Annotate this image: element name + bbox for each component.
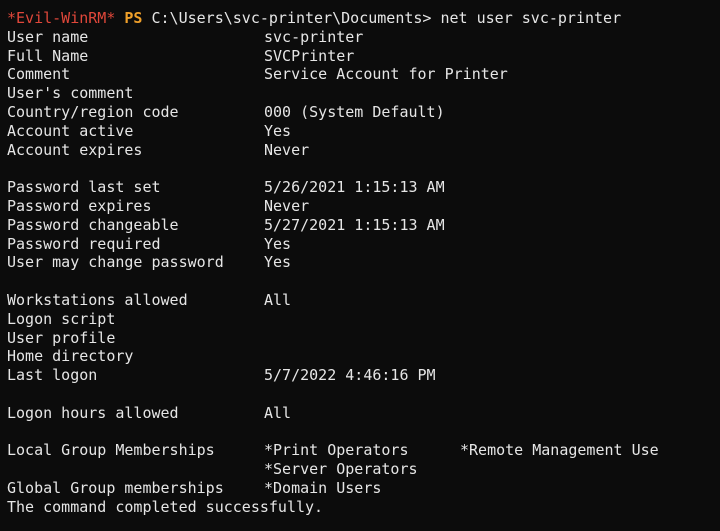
output-row: Password last set 5/26/2021 1:15:13 AM [7, 178, 720, 197]
field-label: Account active [7, 121, 134, 140]
field-value: 5/7/2022 4:46:16 PM [264, 366, 436, 385]
field-value: svc-printer [264, 27, 364, 46]
field-label: Full Name [7, 46, 89, 65]
output-row: User may change password Yes [7, 253, 720, 272]
output-row: Password expires Never [7, 197, 720, 216]
command-text: net user svc-printer [440, 9, 622, 27]
field-value: Service Account for Printer [264, 65, 508, 84]
field-label: Country/region code [7, 102, 179, 121]
field-label: User's comment [7, 84, 134, 103]
field-value: 000 (System Default) [264, 102, 445, 121]
field-value: Never [264, 140, 310, 159]
field-value: Yes [264, 234, 292, 253]
field-label: Password last set [7, 178, 161, 197]
field-value: SVCPrinter [264, 46, 355, 65]
group-entry: *Remote Management Use [460, 441, 659, 460]
prompt-shell: PS [124, 9, 143, 27]
field-label: User may change password [7, 253, 224, 272]
output-row: Password required Yes [7, 235, 720, 254]
output-row: Local Group Memberships *Print Operators *… [7, 441, 720, 460]
group-entry: *Domain Users [264, 478, 382, 497]
output-row: User's comment [7, 84, 720, 103]
field-label: Comment [7, 65, 71, 84]
field-value: 5/26/2021 1:15:13 AM [264, 178, 445, 197]
output-row: Full Name SVCPrinter [7, 47, 720, 66]
output-row: *Server Operators [7, 460, 720, 479]
output-row: Home directory [7, 347, 720, 366]
field-label: Logon script [7, 309, 116, 328]
field-label: Password required [7, 234, 161, 253]
prompt-tag: *Evil-WinRM* [7, 9, 116, 27]
output-row: Logon hours allowed All [7, 404, 720, 423]
output-row: Workstations allowed All [7, 291, 720, 310]
field-value: Yes [264, 121, 292, 140]
output-row: Password changeable 5/27/2021 1:15:13 AM [7, 216, 720, 235]
completion-message: The command completed successfully. [7, 497, 324, 516]
global-groups-label: Global Group memberships [7, 478, 224, 497]
prompt-line: *Evil-WinRM* PS C:\Users\svc-printer\Doc… [7, 9, 720, 28]
local-groups-label: Local Group Memberships [7, 441, 215, 460]
group-entry: *Print Operators [264, 441, 409, 460]
field-value: Yes [264, 253, 292, 272]
field-label: Password expires [7, 196, 152, 215]
field-label: Logon hours allowed [7, 403, 179, 422]
output-row: Logon script [7, 310, 720, 329]
field-label: Home directory [7, 347, 134, 366]
field-value: 5/27/2021 1:15:13 AM [264, 215, 445, 234]
output-row: Global Group memberships *Domain Users [7, 479, 720, 498]
field-value: All [264, 290, 292, 309]
group-entry: *Server Operators [264, 460, 418, 479]
field-label: Password changeable [7, 215, 179, 234]
output-row: Comment Service Account for Printer [7, 65, 720, 84]
output-row: Account active Yes [7, 122, 720, 141]
output-row: Account expires Never [7, 141, 720, 160]
field-label: User profile [7, 328, 116, 347]
output-row: User profile [7, 329, 720, 348]
field-label: User name [7, 27, 89, 46]
output-row: User name svc-printer [7, 28, 720, 47]
field-label: Workstations allowed [7, 290, 188, 309]
field-label: Last logon [7, 366, 98, 385]
field-value: All [264, 403, 292, 422]
terminal-window[interactable]: *Evil-WinRM* PS C:\Users\svc-printer\Doc… [0, 0, 720, 531]
field-value: Never [264, 196, 310, 215]
output-row: Country/region code 000 (System Default) [7, 103, 720, 122]
prompt-path: C:\Users\svc-printer\Documents> [151, 9, 432, 27]
output-row: Last logon 5/7/2022 4:46:16 PM [7, 366, 720, 385]
field-label: Account expires [7, 140, 143, 159]
